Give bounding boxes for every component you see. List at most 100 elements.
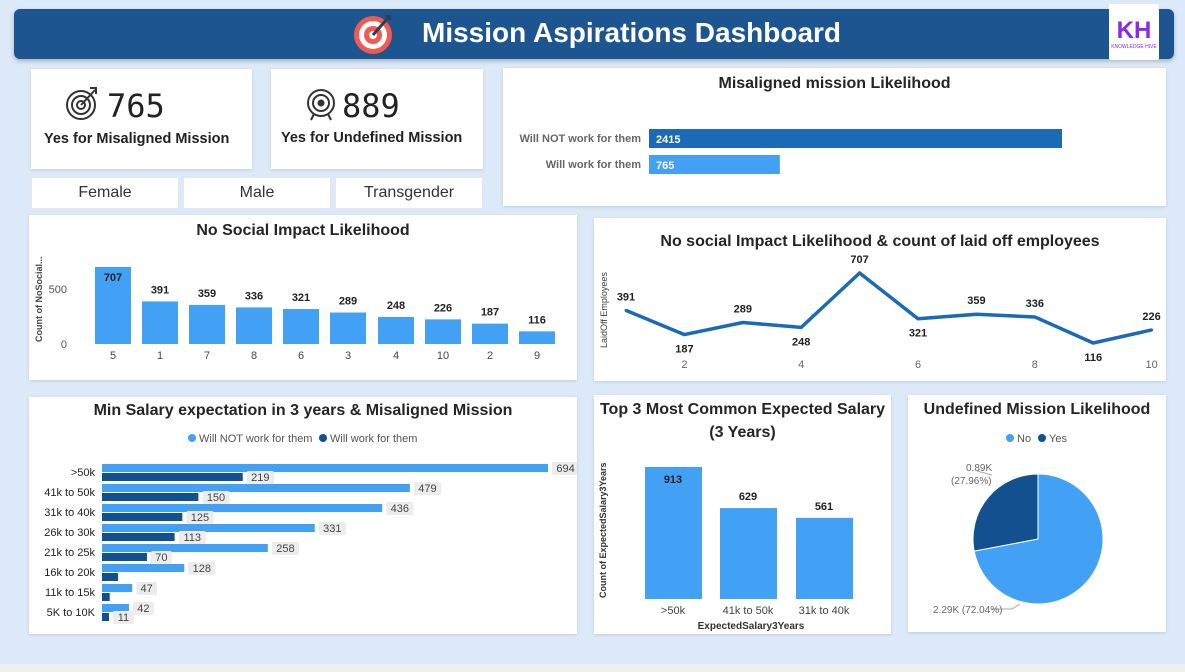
category-label: 21k to 25k (44, 547, 95, 559)
undefined-chart-card: Undefined Mission Likelihood No Yes 0.89K(… (908, 395, 1166, 632)
data-label: 42 (137, 603, 149, 615)
data-label: 913 (664, 474, 682, 486)
brand-logo: KH KNOWLEDGE HIVE (1109, 4, 1159, 60)
bar (283, 309, 319, 344)
kpi-card-misaligned: 765 Yes for Misaligned Mission (31, 69, 252, 169)
legend-label: No (1017, 433, 1031, 445)
category-label: 31k to 40k (44, 507, 95, 519)
x-tick-label: 8 (251, 350, 257, 362)
bar (102, 484, 410, 492)
x-tick-label: 4 (393, 350, 399, 362)
top3-bar-chart: Count of ExpectedSalary3Years 913 >50k 629 4… (598, 462, 853, 632)
x-tick-label: 3 (345, 350, 351, 362)
data-label: 765 (656, 160, 674, 172)
data-label: 331 (323, 523, 341, 535)
x-tick-label: 6 (915, 359, 921, 371)
bar (236, 307, 272, 344)
kpi-value: 765 (107, 87, 165, 125)
bar (472, 323, 508, 344)
category-label: Will NOT work for them (519, 133, 641, 145)
data-label: 436 (391, 503, 409, 515)
bar (102, 613, 110, 621)
data-label: 321 (909, 328, 927, 340)
data-label: 248 (792, 336, 810, 348)
legend-label: Will NOT work for them (199, 433, 312, 445)
data-label: 629 (739, 491, 757, 503)
bar (102, 584, 133, 592)
x-tick-label: 8 (1032, 359, 1038, 371)
category-label: 41k to 50k (44, 487, 95, 499)
data-label: 391 (151, 284, 169, 296)
slicer-transgender[interactable]: Transgender (335, 177, 483, 209)
no-social-bar-chart: Count of NoSocial... 500 0 707 5 391 1 359 7 336 8… (34, 257, 555, 362)
data-label: 116 (528, 314, 546, 326)
y-axis-label: LaidOff Employees (599, 272, 609, 348)
x-tick-label: 31k to 40k (799, 605, 850, 617)
category-label: 5K to 10K (47, 607, 96, 619)
bar (102, 533, 175, 541)
data-label: 694 (556, 463, 574, 475)
bar (102, 473, 243, 481)
data-label: 479 (418, 483, 436, 495)
data-label: 187 (481, 307, 499, 319)
legend-dot (1038, 434, 1046, 442)
bar (102, 573, 119, 581)
category-label: >50k (71, 467, 96, 479)
misaligned-chart-card: Misaligned mission Likelihood Will NOT w… (503, 68, 1166, 206)
x-tick-label: 7 (204, 350, 210, 362)
data-label: 226 (1142, 311, 1160, 323)
bar (102, 464, 548, 472)
data-label: 359 (198, 288, 216, 300)
bar (102, 513, 183, 521)
bar (102, 524, 315, 532)
page-title: Mission Aspirations Dashboard (422, 17, 842, 48)
bar (425, 319, 461, 344)
data-label: 150 (207, 492, 225, 504)
kpi-card-undefined: 889 Yes for Undefined Mission (271, 69, 483, 169)
data-label: 707 (104, 272, 122, 284)
bar (142, 301, 178, 344)
x-tick-label: 10 (1145, 359, 1157, 371)
data-label: 47 (140, 583, 152, 595)
x-tick-label: 10 (437, 350, 449, 362)
data-label: 128 (193, 563, 211, 575)
legend-dot (188, 434, 196, 442)
data-point (1091, 341, 1095, 345)
data-label: 289 (339, 296, 357, 308)
legend-label: Will work for them (330, 433, 417, 445)
data-label: 0.89K (966, 463, 992, 474)
data-label: 321 (292, 292, 310, 304)
logo-subtext: KNOWLEDGE HIVE (1111, 44, 1157, 50)
data-label: 336 (245, 290, 263, 302)
legend-dot (319, 434, 327, 442)
x-tick-label: 1 (157, 350, 163, 362)
dashboard-header: Mission Aspirations Dashboard (14, 9, 1174, 59)
bar (102, 504, 383, 512)
data-label: 248 (387, 300, 405, 312)
data-label: 707 (850, 254, 868, 266)
data-label: 113 (183, 532, 201, 544)
data-label: 219 (251, 472, 269, 484)
bar (102, 493, 199, 501)
data-label: 2415 (656, 134, 680, 146)
x-tick-label: 2 (487, 350, 493, 362)
bottom-strip (0, 664, 1185, 672)
legend-dot (1006, 434, 1014, 442)
data-point (974, 312, 978, 316)
data-point (799, 325, 803, 329)
data-label: 70 (155, 552, 167, 564)
data-label: (27.96%) (951, 476, 992, 487)
y-axis-label: Count of NoSocial... (34, 257, 44, 343)
bar (102, 564, 185, 572)
target-icon (307, 89, 335, 121)
slicer-female[interactable]: Female (31, 177, 179, 209)
no-social-chart-card: No Social Impact Likelihood Count of NoS… (29, 215, 577, 380)
data-point (1150, 328, 1154, 332)
x-tick-label: >50k (661, 605, 686, 617)
data-point (858, 271, 862, 275)
y-tick-label: 500 (49, 284, 67, 296)
category-label: 11k to 15k (45, 587, 95, 599)
slicer-male[interactable]: Male (183, 177, 331, 209)
data-label: 2.29K (72.04%) (933, 605, 1003, 616)
target-dart-icon (66, 87, 97, 120)
